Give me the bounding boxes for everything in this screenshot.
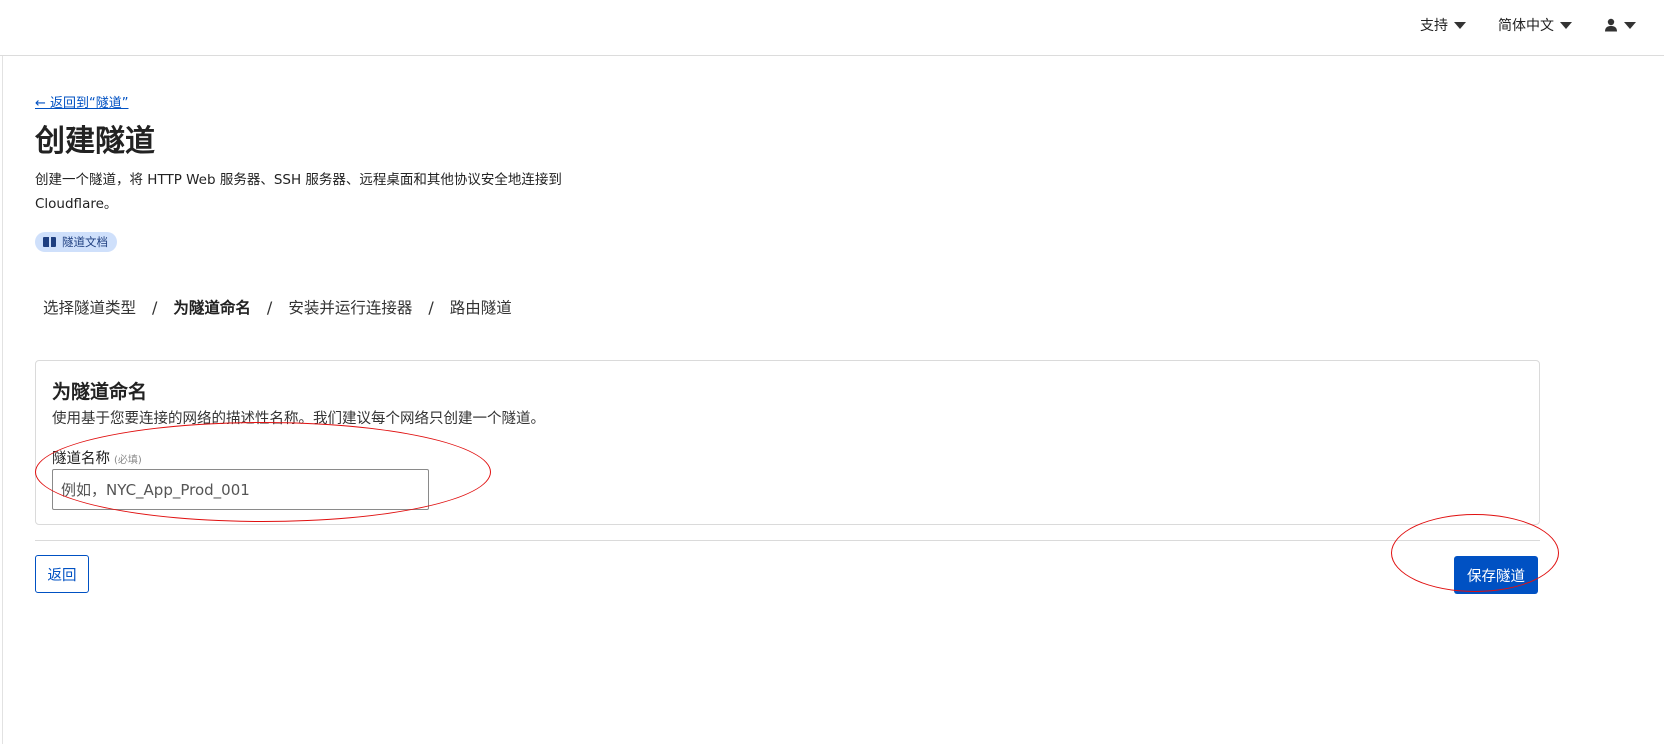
chevron-down-icon <box>1454 21 1466 29</box>
left-divider <box>2 56 3 744</box>
language-label: 简体中文 <box>1498 18 1554 34</box>
save-tunnel-button[interactable]: 保存隧道 <box>1454 556 1538 594</box>
card-description: 使用基于您要连接的网络的描述性名称。我们建议每个网络只创建一个隧道。 <box>52 411 545 427</box>
top-bar: 支持 简体中文 <box>0 0 1664 56</box>
support-menu[interactable]: 支持 <box>1420 15 1466 35</box>
support-label: 支持 <box>1420 18 1448 34</box>
page-description: 创建一个隧道，将 HTTP Web 服务器、SSH 服务器、远程桌面和其他协议安… <box>35 172 562 212</box>
actions-divider <box>35 540 1540 541</box>
tunnel-name-label: 隧道名称 (必填) <box>52 447 142 468</box>
step-separator: / <box>428 297 434 317</box>
language-menu[interactable]: 简体中文 <box>1498 15 1572 35</box>
step-separator: / <box>266 297 273 317</box>
chevron-down-icon <box>1624 21 1636 29</box>
name-tunnel-card: 为隧道命名 使用基于您要连接的网络的描述性名称。我们建议每个网络只创建一个隧道。… <box>35 360 1540 525</box>
back-button[interactable]: 返回 <box>35 555 89 593</box>
step-route-tunnel: 路由隧道 <box>449 299 512 317</box>
wizard-steps: 选择隧道类型 / 为隧道命名 / 安装并运行连接器 / 路由隧道 <box>43 296 512 318</box>
step-name-tunnel: 为隧道命名 <box>173 299 251 317</box>
tunnel-name-label-text: 隧道名称 <box>52 451 110 467</box>
chevron-down-icon <box>1560 21 1572 29</box>
tunnel-name-input[interactable] <box>52 469 429 510</box>
user-icon <box>1605 18 1617 32</box>
user-menu[interactable] <box>1604 18 1636 32</box>
tunnel-docs-label: 隧道文档 <box>62 235 108 249</box>
book-icon <box>43 237 56 247</box>
back-to-tunnels-link[interactable]: ← 返回到“隧道” <box>35 92 129 111</box>
step-separator: / <box>152 297 158 317</box>
tunnel-docs-badge[interactable]: 隧道文档 <box>35 232 117 252</box>
step-select-type: 选择隧道类型 <box>43 299 137 317</box>
step-install-connector: 安装并运行连接器 <box>288 299 413 317</box>
page-title: 创建隧道 <box>35 124 155 159</box>
card-title: 为隧道命名 <box>52 381 148 403</box>
required-hint: (必填) <box>114 455 142 466</box>
top-nav: 支持 简体中文 <box>1420 14 1636 36</box>
